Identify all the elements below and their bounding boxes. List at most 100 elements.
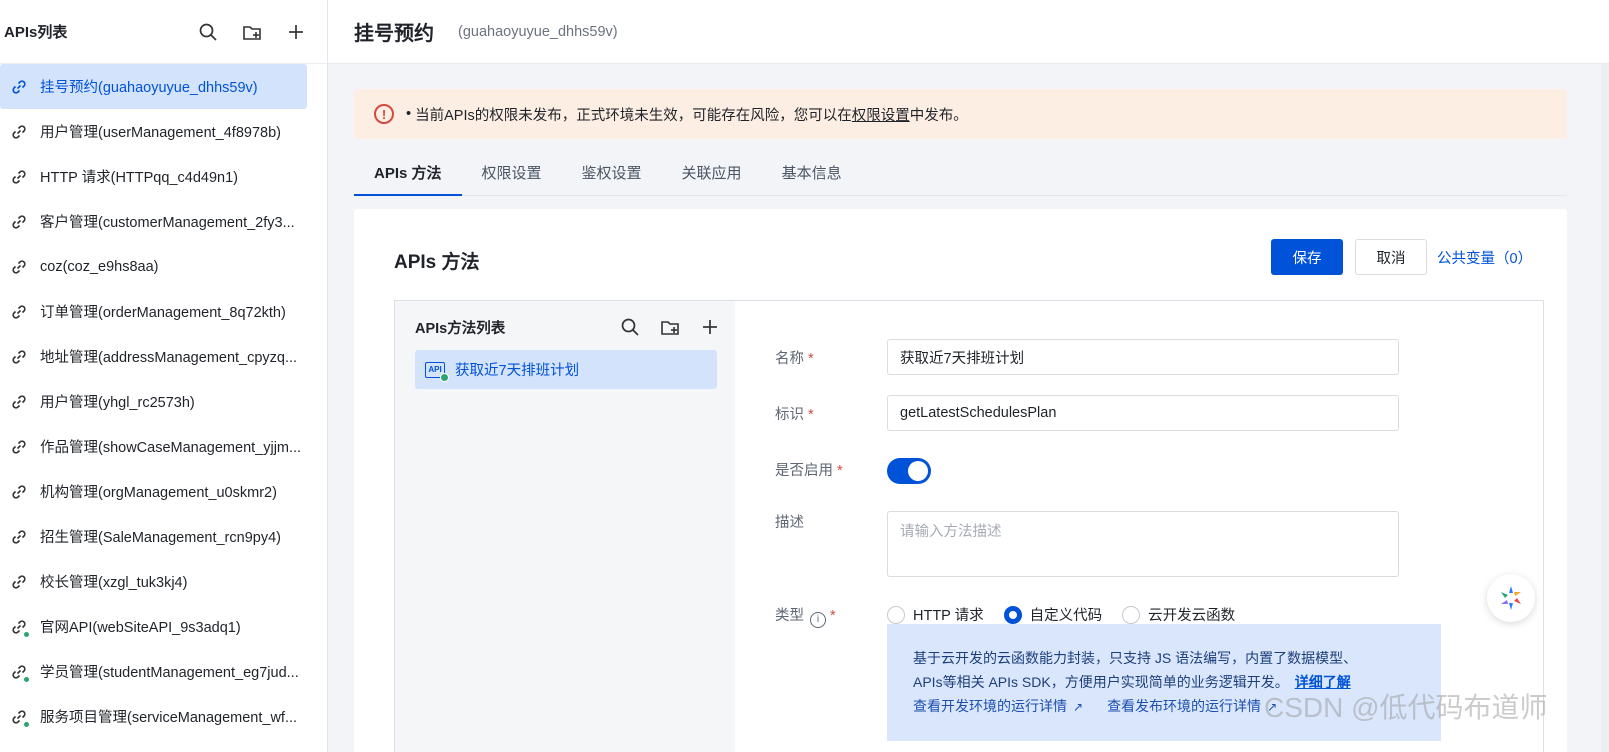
method-list-header: APIs方法列表 xyxy=(415,315,721,339)
sidebar-api-item[interactable]: 服务项目管理(serviceManagement_wf... xyxy=(0,694,319,739)
enabled-toggle[interactable] xyxy=(887,458,931,484)
link-icon xyxy=(10,348,28,366)
new-folder-icon[interactable] xyxy=(659,316,681,338)
sidebar-api-item-label: coz(coz_e9hs8aa) xyxy=(40,258,159,275)
link-icon xyxy=(10,258,28,276)
methods-panel: APIs 方法 保存 取消 公共变量（0） APIs方法列表 API 获取近7天… xyxy=(354,209,1567,752)
method-item-label: 获取近7天排班计划 xyxy=(455,363,580,379)
sidebar-api-item-label: 用户管理(userManagement_4f8978b) xyxy=(40,125,281,141)
method-list-pane: APIs方法列表 API 获取近7天排班计划 xyxy=(395,301,735,752)
warning-icon: ! xyxy=(374,104,394,124)
sidebar-api-item-label: 订单管理(orderManagement_8q72kth) xyxy=(40,305,286,321)
sidebar-api-item-label: 客户管理(customerManagement_2fy3... xyxy=(40,215,295,231)
save-button[interactable]: 保存 xyxy=(1271,239,1343,275)
alert-text-after: 中发布。 xyxy=(909,107,968,124)
link-icon xyxy=(10,168,28,186)
link-icon xyxy=(10,213,28,231)
prod-run-details-link[interactable]: 查看发布环境的运行详情 ↗ xyxy=(1107,694,1277,719)
sidebar-api-item[interactable]: 订单管理(orderManagement_8q72kth) xyxy=(0,289,319,334)
link-published-icon xyxy=(10,663,30,683)
external-link-icon: ↗ xyxy=(1073,700,1084,714)
add-icon[interactable] xyxy=(699,316,721,338)
panel-title: APIs 方法 xyxy=(394,252,480,273)
sidebar-api-item-label: 服务项目管理(serviceManagement_wf... xyxy=(40,710,298,726)
sidebar-api-item[interactable]: 地址管理(addressManagement_cpyzq... xyxy=(0,334,319,379)
identifier-field[interactable]: getLatestSchedulesPlan xyxy=(887,395,1399,431)
api-icon: API xyxy=(425,361,449,382)
sidebar-api-item-label: 挂号预约(guahaoyuyue_dhhs59v) xyxy=(40,80,258,96)
sidebar-api-item[interactable]: 客户管理(customerManagement_2fy3... xyxy=(0,199,319,244)
page-title: 挂号预约 xyxy=(354,23,434,45)
method-editor: APIs方法列表 API 获取近7天排班计划 名称 * 获取近7天排班计划 标识… xyxy=(394,300,1544,752)
sidebar-api-item-label: 用户管理(yhgl_rc2573h) xyxy=(40,395,195,411)
link-icon xyxy=(10,528,28,546)
radio-custom-code[interactable]: 自定义代码 xyxy=(1003,604,1102,625)
add-icon[interactable] xyxy=(285,21,307,43)
enabled-label: 是否启用 * xyxy=(775,463,843,479)
sidebar-api-item-label: 机构管理(orgManagement_u0skmr2) xyxy=(40,485,277,501)
search-icon[interactable] xyxy=(197,21,219,43)
link-icon xyxy=(10,123,28,141)
tab-auth-settings[interactable]: 鉴权设置 xyxy=(562,160,662,196)
alert-text-before: 当前APIs的权限未发布，正式环境未生效，可能存在风险，您可以在 xyxy=(415,107,852,124)
type-label: 类型 i * xyxy=(775,604,836,628)
tab-apis-methods[interactable]: APIs 方法 xyxy=(354,160,462,196)
radio-http-request[interactable]: HTTP 请求 xyxy=(887,604,984,625)
dev-run-details-link[interactable]: 查看开发环境的运行详情 ↗ xyxy=(913,694,1083,719)
cancel-button[interactable]: 取消 xyxy=(1355,239,1427,275)
public-variables-link[interactable]: 公共变量（0） xyxy=(1437,247,1532,268)
sidebar-header: APIs列表 xyxy=(0,0,327,64)
apis-sidebar: APIs列表 挂号预约(guahaoyuyue_dhhs59v) 用户管理(use… xyxy=(0,0,328,752)
sidebar-api-item[interactable]: 机构管理(orgManagement_u0skmr2) xyxy=(0,469,319,514)
tab-linked-apps[interactable]: 关联应用 xyxy=(662,160,762,196)
link-icon xyxy=(10,438,28,456)
alert-bullet: • xyxy=(406,106,416,122)
tip-line-1: 基于云开发的云函数能力封装，只支持 JS 语法编写，内置了数据模型、 xyxy=(913,650,1358,666)
method-list-title: APIs方法列表 xyxy=(415,320,506,337)
sidebar-api-item[interactable]: HTTP 请求(HTTPqq_c4d49n1) xyxy=(0,154,319,199)
sidebar-api-item-label: 校长管理(xzgl_tuk3kj4) xyxy=(40,575,188,591)
sidebar-title: APIs列表 xyxy=(4,24,68,41)
watermark: CSDN @低代码布道师 xyxy=(1264,692,1548,723)
permission-settings-link[interactable]: 权限设置 xyxy=(852,104,910,125)
scrollbar[interactable] xyxy=(1601,64,1609,752)
tab-bar: APIs 方法 权限设置 鉴权设置 关联应用 基本信息 xyxy=(354,160,1567,196)
identifier-label: 标识 * xyxy=(775,407,814,423)
sidebar-api-item[interactable]: 用户管理(yhgl_rc2573h) xyxy=(0,379,319,424)
name-label: 名称 * xyxy=(775,351,814,367)
radio-cloud-function[interactable]: 云开发云函数 xyxy=(1122,604,1235,625)
link-icon xyxy=(10,303,28,321)
link-icon xyxy=(10,78,28,96)
main-content: 挂号预约 (guahaoyuyue_dhhs59v) ! • 当前APIs的权限… xyxy=(328,0,1609,752)
tab-basic-info[interactable]: 基本信息 xyxy=(762,160,862,196)
method-list-item[interactable]: API 获取近7天排班计划 xyxy=(415,350,717,389)
sidebar-api-item[interactable]: 挂号预约(guahaoyuyue_dhhs59v) xyxy=(0,64,307,109)
sidebar-api-list: 挂号预约(guahaoyuyue_dhhs59v) 用户管理(userManage… xyxy=(0,64,327,739)
tip-line-2: APIs等相关 APIs SDK，方便用户实现简单的业务逻辑开发。 xyxy=(913,674,1289,690)
search-icon[interactable] xyxy=(619,316,641,338)
sidebar-api-item-label: 作品管理(showCaseManagement_yjjm... xyxy=(40,440,302,456)
link-icon xyxy=(10,573,28,591)
sidebar-api-item[interactable]: 学员管理(studentManagement_eg7jud... xyxy=(0,649,319,694)
sidebar-api-item[interactable]: coz(coz_e9hs8aa) xyxy=(0,244,319,289)
sidebar-api-item-label: 学员管理(studentManagement_eg7jud... xyxy=(40,665,299,681)
assistant-logo-icon xyxy=(1501,586,1521,610)
type-radio-group: HTTP 请求 自定义代码 云开发云函数 xyxy=(887,604,1235,625)
sidebar-api-item[interactable]: 校长管理(xzgl_tuk3kj4) xyxy=(0,559,319,604)
sidebar-api-item[interactable]: 招生管理(SaleManagement_rcn9py4) xyxy=(0,514,319,559)
assistant-float-button[interactable] xyxy=(1487,574,1535,622)
link-published-icon xyxy=(10,618,30,638)
link-published-icon xyxy=(10,708,30,728)
permission-alert: ! • 当前APIs的权限未发布，正式环境未生效，可能存在风险，您可以在 权限设… xyxy=(354,89,1567,139)
sidebar-api-item[interactable]: 官网API(webSiteAPI_9s3adq1) xyxy=(0,604,319,649)
name-field[interactable]: 获取近7天排班计划 xyxy=(887,339,1399,375)
sidebar-api-item[interactable]: 用户管理(userManagement_4f8978b) xyxy=(0,109,319,154)
page-header: 挂号预约 (guahaoyuyue_dhhs59v) xyxy=(328,0,1609,64)
sidebar-api-item-label: 招生管理(SaleManagement_rcn9py4) xyxy=(40,530,281,546)
description-textarea[interactable]: 请输入方法描述 xyxy=(887,511,1399,577)
sidebar-api-item[interactable]: 作品管理(showCaseManagement_yjjm... xyxy=(0,424,319,469)
tab-permission-settings[interactable]: 权限设置 xyxy=(462,160,562,196)
sidebar-api-item-label: 地址管理(addressManagement_cpyzq... xyxy=(40,350,298,366)
new-folder-icon[interactable] xyxy=(241,21,263,43)
info-icon: i xyxy=(810,611,826,628)
